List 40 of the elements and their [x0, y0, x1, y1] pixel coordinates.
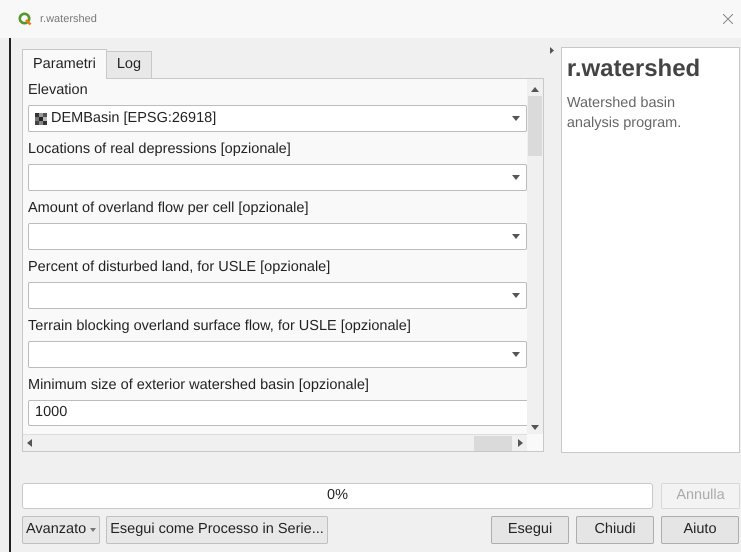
parameter-label: Elevation	[28, 81, 89, 100]
help-title: r.watershed	[566, 55, 702, 83]
batch-button[interactable]: Esegui come Processo in Serie...	[106, 516, 328, 544]
raster-layer-icon	[35, 112, 47, 124]
app-logo-icon	[18, 12, 32, 26]
dropdown-caret-icon	[512, 352, 520, 357]
dialog-button[interactable]: Chiudi	[576, 516, 654, 544]
parameter-label: Amount of overland flow per cell [opzionale]	[28, 199, 310, 218]
dropdown-caret-icon	[512, 116, 520, 121]
tab[interactable]: Log	[106, 51, 152, 78]
parameter-label: Terrain blocking overland surface flow, for USLE [opzionale]	[28, 317, 412, 336]
collapse-arrow-icon[interactable]	[550, 47, 554, 54]
layer-dropdown[interactable]: DEMBasin [EPSG:26918]	[28, 105, 527, 132]
parameter-label: Minimum size of exterior watershed basin [opzionale]	[28, 376, 370, 395]
dialog-button[interactable]: Aiuto	[661, 516, 739, 544]
layer-dropdown[interactable]	[28, 341, 527, 368]
parameter-label: Locations of real depressions [opzionale]	[28, 140, 292, 159]
help-description: Watershed basin analysis program.	[566, 94, 682, 133]
number-field[interactable]: 1000	[28, 400, 527, 426]
dropdown-value: DEMBasin [EPSG:26918]	[51, 108, 216, 128]
tab[interactable]: Parametri	[22, 49, 107, 79]
menu-button[interactable]: Avanzato	[22, 516, 100, 544]
progress-percent: 0%	[327, 486, 348, 506]
layer-dropdown[interactable]	[28, 223, 527, 250]
caret-icon	[90, 528, 96, 532]
scroll-down-icon	[531, 425, 539, 430]
dropdown-caret-icon	[512, 175, 520, 180]
scroll-thumb[interactable]	[474, 436, 512, 450]
scroll-left-icon[interactable]	[27, 439, 32, 447]
layer-dropdown[interactable]	[28, 282, 527, 309]
scroll-right-icon[interactable]	[518, 439, 523, 447]
parameter-label: Percent of disturbed land, for USLE [opzionale]	[28, 258, 332, 277]
scroll-up-icon[interactable]	[531, 87, 539, 92]
scroll-thumb[interactable]	[528, 96, 542, 156]
dropdown-caret-icon	[512, 234, 520, 239]
dialog-button[interactable]: Esegui	[491, 516, 569, 544]
close-icon[interactable]	[723, 14, 733, 24]
layer-dropdown[interactable]	[28, 164, 527, 191]
dropdown-caret-icon	[512, 293, 520, 298]
window-title: r.watershed	[40, 12, 97, 27]
